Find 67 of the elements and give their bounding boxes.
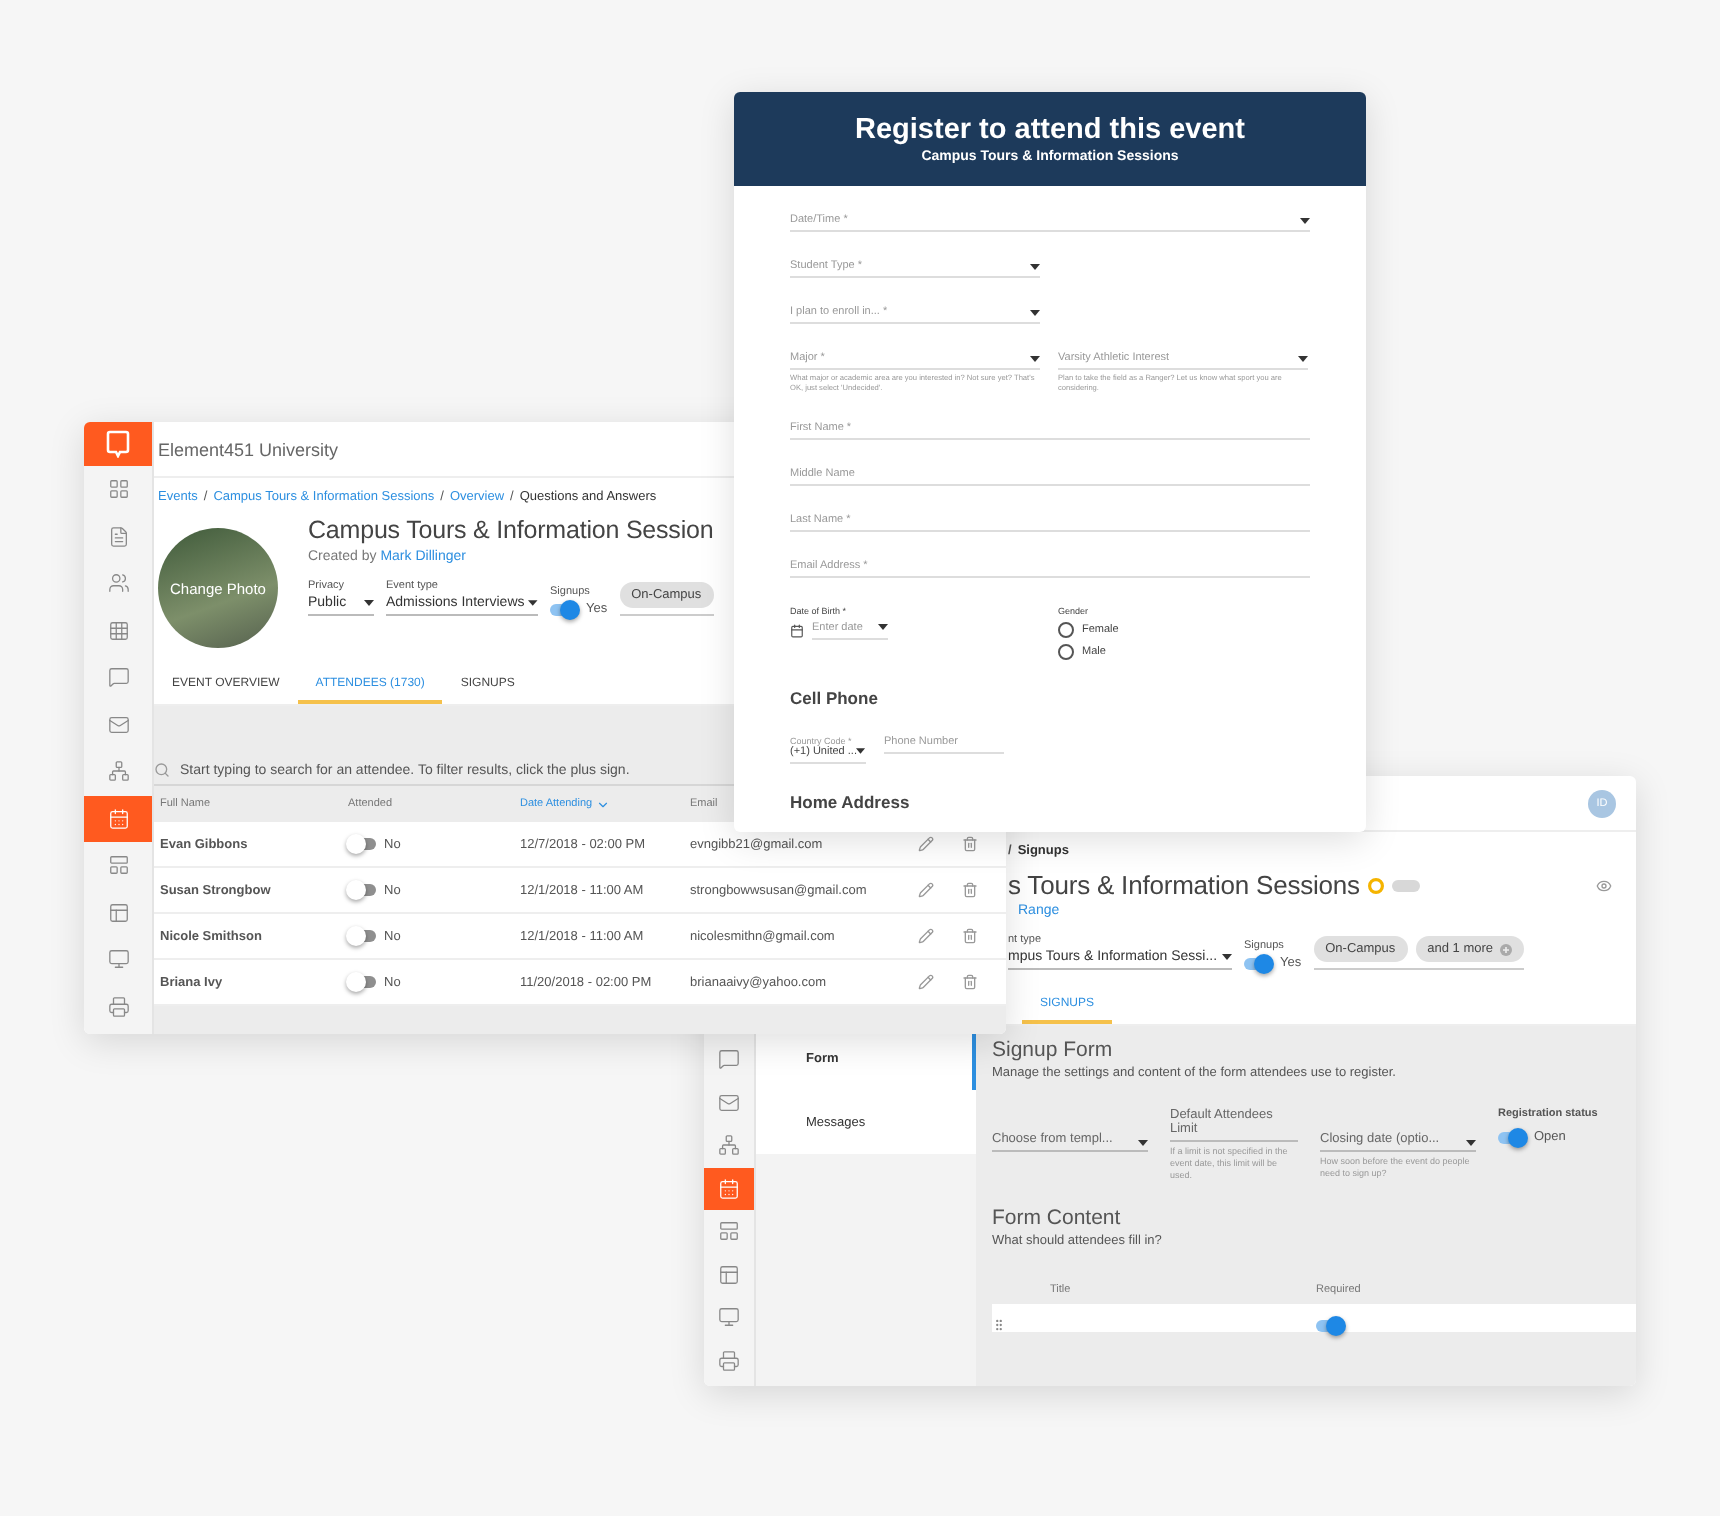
search-icon	[154, 762, 170, 778]
section-title: Signup Form	[992, 1038, 1115, 1062]
chevron-down-icon	[596, 797, 611, 811]
caret-icon	[1300, 217, 1310, 223]
people-icon	[107, 572, 129, 595]
radio-button[interactable]	[1058, 643, 1074, 660]
toggle-switch[interactable]	[550, 603, 578, 615]
caret-icon	[1466, 1140, 1476, 1146]
chat-icon	[718, 1048, 740, 1071]
nav-button[interactable]	[704, 1167, 754, 1210]
caret-icon	[364, 600, 374, 606]
network-icon	[718, 1134, 740, 1157]
calendar-icon[interactable]	[790, 623, 804, 638]
network-icon	[107, 760, 129, 783]
toggle-pill[interactable]	[1391, 879, 1420, 891]
toggle-switch[interactable]	[348, 838, 376, 850]
toggle-switch[interactable]	[348, 976, 376, 988]
caret-icon	[1138, 1140, 1148, 1146]
mail-icon	[718, 1091, 740, 1114]
pencil-icon[interactable]	[918, 882, 934, 898]
caret-icon	[1222, 954, 1232, 960]
panel-icon	[718, 1263, 740, 1286]
monitor-icon	[718, 1306, 740, 1329]
monitor-icon	[107, 948, 129, 971]
trash-icon[interactable]	[962, 974, 978, 990]
printer-icon	[718, 1349, 740, 1372]
grid-icon	[107, 619, 129, 642]
trash-icon[interactable]	[962, 836, 978, 852]
section-heading: Cell Phone	[790, 687, 878, 708]
event-title: Campus Tours & Information Session	[308, 516, 714, 544]
app-name: Element451 University	[158, 439, 339, 459]
toggle-switch[interactable]	[1244, 957, 1272, 969]
pencil-icon[interactable]	[918, 836, 934, 852]
caret-icon	[1030, 309, 1040, 315]
toggle-switch[interactable]	[348, 884, 376, 896]
pencil-icon[interactable]	[918, 974, 934, 990]
caret-icon	[528, 600, 538, 606]
calendar-icon	[718, 1177, 740, 1200]
grid-icon	[107, 478, 129, 501]
layout-icon	[107, 854, 129, 877]
radio-button[interactable]	[1058, 621, 1074, 638]
caret-icon	[1030, 355, 1040, 361]
toggle-switch[interactable]	[1498, 1131, 1526, 1143]
event-title: s Tours & Information Sessions	[1008, 870, 1360, 900]
document-icon	[107, 525, 129, 548]
pencil-icon[interactable]	[918, 928, 934, 944]
caret-icon	[1298, 355, 1308, 361]
plus-circle-icon	[1499, 943, 1512, 955]
section-heading: Home Address	[790, 791, 910, 812]
caret-icon	[856, 748, 866, 755]
mail-icon	[107, 713, 129, 736]
trash-icon[interactable]	[962, 882, 978, 898]
calendar-icon	[107, 807, 129, 830]
layout-icon	[718, 1220, 740, 1243]
trash-icon[interactable]	[962, 928, 978, 944]
panel-icon	[107, 901, 129, 924]
chat-icon	[107, 666, 129, 689]
caret-icon	[1030, 263, 1040, 269]
printer-icon	[107, 995, 129, 1018]
caret-icon	[878, 624, 888, 631]
drag-handle-icon[interactable]	[992, 1317, 1006, 1332]
eye-icon[interactable]	[1596, 877, 1612, 893]
toggle-switch[interactable]	[348, 930, 376, 942]
form-title: Register to attend this event	[855, 114, 1245, 146]
nav-button[interactable]	[84, 795, 152, 842]
section-title: Form Content	[992, 1205, 1123, 1230]
toggle-switch[interactable]	[1316, 1319, 1344, 1332]
